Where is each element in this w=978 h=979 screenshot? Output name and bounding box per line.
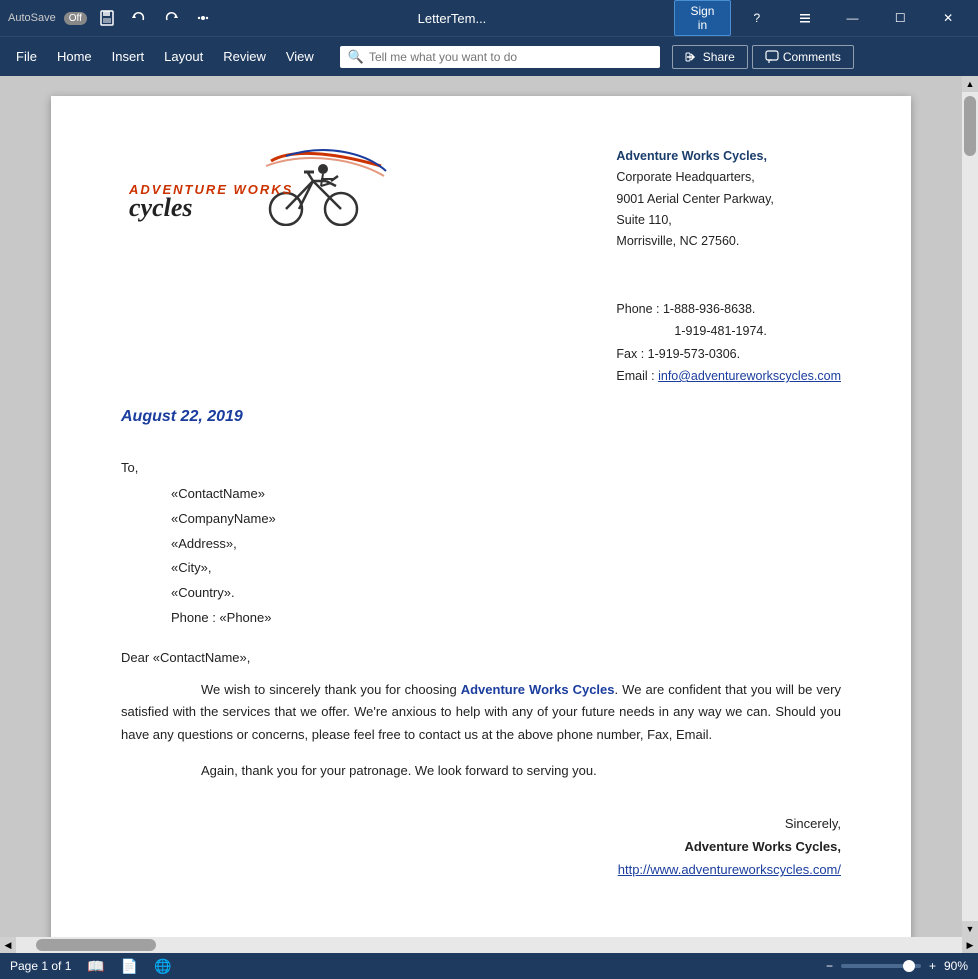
company-address1: Corporate Headquarters, [616, 167, 841, 188]
menu-bar: File Home Insert Layout Review View 🔍 Sh… [0, 36, 978, 76]
to-country: «Country». [171, 581, 841, 606]
body-paragraph-2: Again, thank you for your patronage. We … [121, 760, 841, 782]
svg-text:cycles: cycles [129, 193, 193, 222]
scroll-track[interactable] [962, 92, 978, 921]
scroll-up-arrow[interactable]: ▲ [962, 76, 978, 92]
help-button[interactable]: ? [735, 0, 779, 36]
to-company-name: «CompanyName» [171, 507, 841, 532]
scroll-h-track[interactable] [16, 937, 962, 953]
read-mode-icon: 📖 [87, 958, 104, 975]
search-box[interactable]: 🔍 [340, 46, 660, 68]
scroll-down-arrow[interactable]: ▼ [962, 921, 978, 937]
scroll-right-arrow[interactable]: ▶ [962, 937, 978, 953]
sincerely-label: Sincerely, [121, 812, 841, 835]
redo-button[interactable] [159, 6, 183, 30]
title-bar-left: AutoSave Off [8, 6, 230, 30]
web-view-icon: 🌐 [154, 958, 171, 975]
autosave-toggle[interactable]: Off [64, 12, 87, 25]
vertical-scrollbar[interactable]: ▲ ▼ [962, 76, 978, 937]
status-bar: Page 1 of 1 📖 📄 🌐 − + 90% [0, 953, 978, 979]
undo-button[interactable] [127, 6, 151, 30]
search-input[interactable] [369, 50, 652, 64]
to-city: «City», [171, 556, 841, 581]
website-link[interactable]: http://www.adventureworkscycles.com/ [618, 862, 841, 877]
page-info: Page 1 of 1 [10, 959, 71, 973]
fax: Fax : 1-919-573-0306. [616, 343, 841, 366]
zoom-minus[interactable]: − [826, 959, 833, 973]
company-logo: ADVENTURE WORKS cycles [121, 146, 391, 226]
letter-header: ADVENTURE WORKS cycles Adventure Works C… [121, 146, 841, 388]
body-company-ref: Adventure Works Cycles [461, 682, 615, 697]
comments-button[interactable]: Comments [752, 45, 854, 69]
sign-in-button[interactable]: Sign in [674, 0, 731, 36]
customize-button[interactable] [191, 6, 215, 30]
to-label: To, [121, 456, 841, 481]
to-phone: Phone : «Phone» [171, 606, 841, 631]
zoom-slider[interactable] [841, 964, 921, 968]
phone2: 1-919-481-1974. [616, 320, 841, 343]
document-scroll[interactable]: ADVENTURE WORKS cycles Adventure Works C… [0, 76, 962, 937]
company-address2: 9001 Aerial Center Parkway, [616, 189, 841, 210]
menu-view[interactable]: View [276, 43, 324, 70]
to-contact-name: «ContactName» [171, 482, 841, 507]
company-address: Adventure Works Cycles, Corporate Headqu… [616, 146, 841, 388]
menu-insert[interactable]: Insert [102, 43, 155, 70]
save-button[interactable] [95, 6, 119, 30]
dear-line: Dear «ContactName», [121, 650, 841, 665]
letter-date: August 22, 2019 [121, 408, 841, 426]
email-link[interactable]: info@adventureworkscycles.com [658, 369, 841, 383]
share-label: Share [703, 50, 735, 64]
close-button[interactable]: ✕ [926, 0, 970, 36]
to-block: To, «ContactName» «CompanyName» «Address… [121, 456, 841, 631]
email-label: Email : [616, 369, 658, 383]
restore-button[interactable]: ☐ [878, 0, 922, 36]
autosave-label: AutoSave [8, 12, 56, 24]
zoom-plus[interactable]: + [929, 959, 936, 973]
horizontal-scrollbar[interactable]: ◀ ▶ [0, 937, 978, 953]
sincerely-block: Sincerely, Adventure Works Cycles, http:… [121, 812, 841, 882]
company-address3: Suite 110, [616, 210, 841, 231]
to-address: «Address», [171, 532, 841, 557]
menu-layout[interactable]: Layout [154, 43, 213, 70]
zoom-thumb [903, 960, 915, 972]
email-line: Email : info@adventureworkscycles.com [616, 365, 841, 388]
ribbon-toggle-button[interactable] [783, 0, 827, 36]
menu-home[interactable]: Home [47, 43, 102, 70]
logo-area: ADVENTURE WORKS cycles [121, 146, 401, 231]
menu-file[interactable]: File [6, 43, 47, 70]
share-button[interactable]: Share [672, 45, 748, 69]
scroll-thumb[interactable] [964, 96, 976, 156]
status-right: − + 90% [826, 959, 968, 973]
menu-review[interactable]: Review [213, 43, 276, 70]
document-page: ADVENTURE WORKS cycles Adventure Works C… [51, 96, 911, 937]
title-bar-title: LetterTem... [230, 11, 674, 26]
title-bar-right: Sign in ? — ☐ ✕ [674, 0, 970, 36]
phone1: Phone : 1-888-936-8638. [616, 298, 841, 321]
sincerely-company: Adventure Works Cycles, [121, 835, 841, 858]
title-bar: AutoSave Off LetterTem... Sign in ? — ☐ … [0, 0, 978, 36]
zoom-level: 90% [944, 959, 968, 973]
layout-icon: 📄 [121, 958, 138, 975]
document-area: ADVENTURE WORKS cycles Adventure Works C… [0, 76, 978, 937]
company-phone: Phone : 1-888-936-8638. 1-919-481-1974. … [616, 298, 841, 388]
scroll-h-thumb[interactable] [36, 939, 156, 951]
scroll-left-arrow[interactable]: ◀ [0, 937, 16, 953]
company-address4: Morrisville, NC 27560. [616, 231, 841, 252]
search-icon: 🔍 [348, 49, 364, 65]
body-paragraph-1: We wish to sincerely thank you for choos… [121, 679, 841, 745]
comments-label: Comments [783, 50, 841, 64]
minimize-button[interactable]: — [831, 0, 875, 36]
company-name: Adventure Works Cycles, [616, 146, 841, 167]
status-left: Page 1 of 1 📖 📄 🌐 [10, 958, 172, 975]
toggle-state: Off [64, 12, 87, 25]
